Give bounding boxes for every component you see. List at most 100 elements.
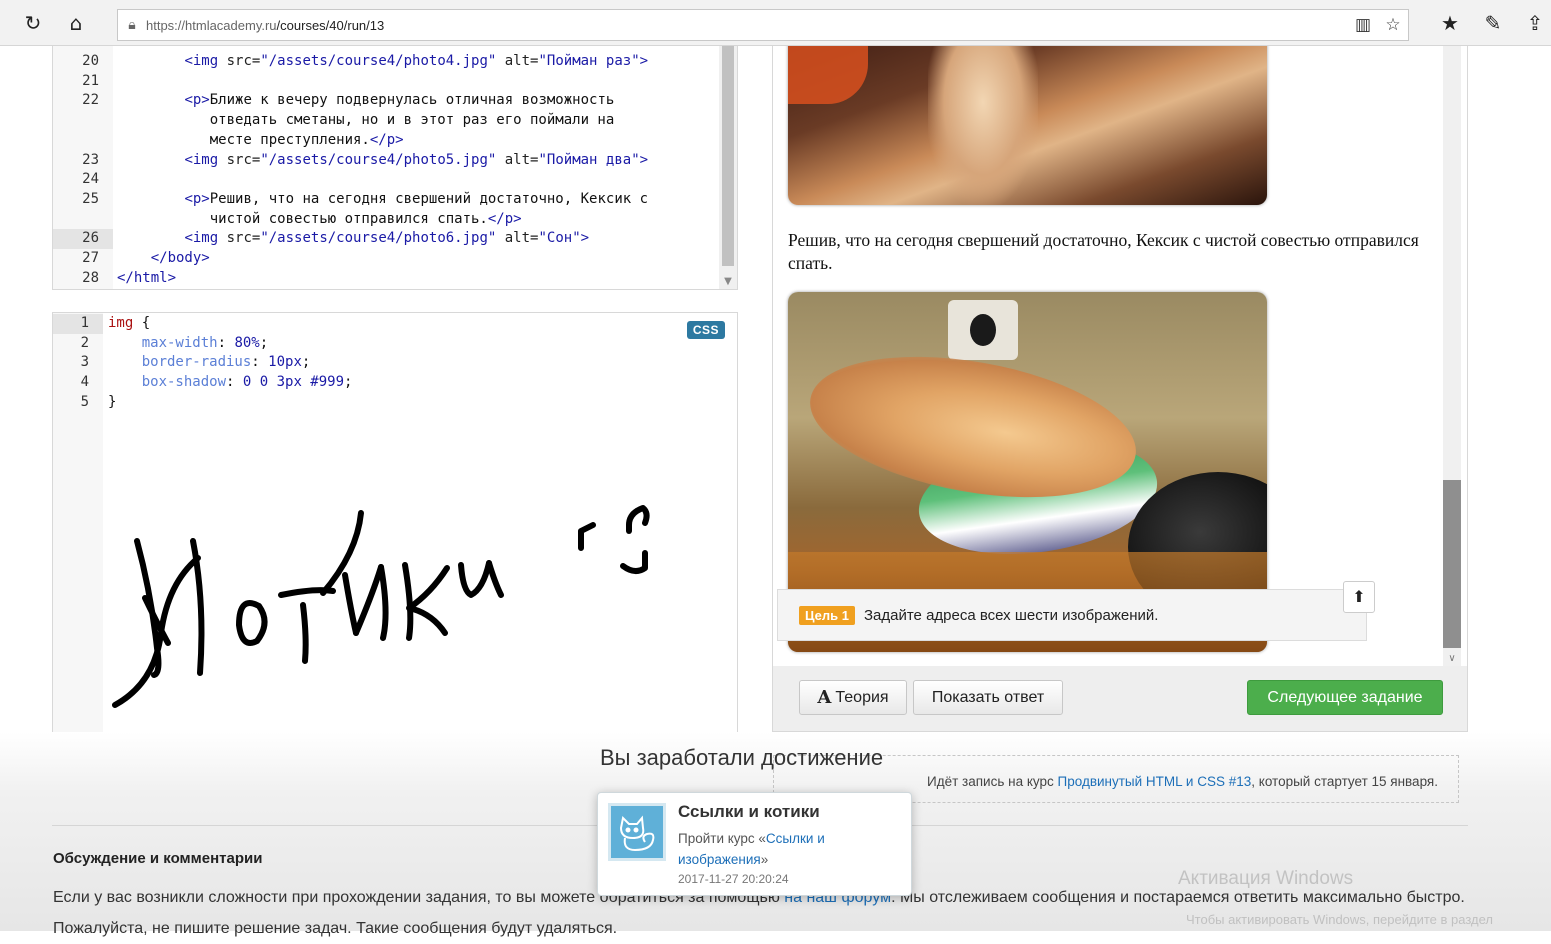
show-answer-label: Показать ответ	[931, 688, 1045, 706]
code-token: <p>	[184, 92, 210, 109]
code-line[interactable]: <img src="/assets/course4/photo6.jpg" al…	[117, 229, 589, 249]
enroll-course-link[interactable]: Продвинутый HTML и CSS #13	[1058, 774, 1252, 789]
code-line[interactable]: месте преступления.</p>	[117, 131, 404, 151]
theory-icon: A	[817, 687, 832, 708]
scroll-down-icon[interactable]: ∨	[1443, 653, 1461, 664]
discussion-title: Обсуждение и комментарии	[53, 850, 263, 867]
windows-activation-hint: Чтобы активировать Windows, перейдите в …	[1186, 912, 1493, 927]
task-actions: A Теория Показать ответ Следующее задани…	[773, 666, 1467, 731]
line-number: 24	[82, 171, 99, 188]
code-line[interactable]: чистой совестью отправился спать.</p>	[117, 210, 522, 230]
code-line[interactable]: <p>Ближе к вечеру подвернулась отличная …	[117, 91, 614, 111]
achievement-heading: Вы заработали достижение	[600, 745, 884, 770]
css-code-editor[interactable]: 1 img {2 max-width: 80%; 3 border-radius: …	[52, 312, 738, 734]
code-token: "/assets/course4/photo5.jpg"	[260, 151, 497, 168]
achievement-popup[interactable]: Ссылки и котики Пройти курс «Ссылки и из…	[597, 792, 912, 896]
code-line[interactable]: </html>	[117, 269, 176, 289]
line-number: 23	[82, 151, 99, 168]
show-answer-button[interactable]: Показать ответ	[913, 680, 1063, 715]
preview-scrollbar[interactable]: ∨	[1443, 46, 1461, 666]
line-number	[53, 111, 99, 131]
code-token: >	[580, 230, 590, 247]
code-line[interactable]: <img src="/assets/course4/photo4.jpg" al…	[117, 52, 648, 72]
plug	[970, 314, 996, 346]
enroll-prefix: Идёт запись на курс	[927, 773, 1054, 789]
code-token: Ближе к вечеру подвернулась отличная воз…	[209, 92, 615, 109]
code-token: >	[639, 53, 649, 69]
code-token: месте преступления.	[117, 131, 370, 148]
reading-view-icon[interactable]: ▥	[1348, 15, 1378, 35]
discussion-line-1b: . Мы отслеживаем сообщения и постараемся…	[891, 889, 1465, 906]
preview-scrollbar-thumb[interactable]	[1443, 480, 1461, 648]
achievement-desc-suffix: »	[760, 852, 769, 867]
code-token: <p>	[184, 190, 210, 207]
next-task-label: Следующее задание	[1267, 688, 1423, 706]
code-token: </body>	[150, 250, 210, 266]
html-code-editor[interactable]: 20 <img src="/assets/course4/photo4.jpg"…	[52, 46, 738, 290]
code-token: src=	[218, 53, 261, 69]
code-line[interactable]: отведать сметаны, но и в этот раз его по…	[117, 111, 615, 131]
editor-scrollbar[interactable]: ▼	[719, 46, 737, 289]
cat-drawing	[619, 815, 655, 852]
line-number: 20	[82, 53, 99, 69]
code-token: >	[639, 151, 649, 168]
line-number: 25	[82, 190, 99, 207]
line-number	[53, 131, 99, 151]
theory-button[interactable]: A Теория	[799, 680, 907, 715]
scroll-up-button[interactable]: ⬆︎	[1343, 581, 1375, 613]
goal-badge: Цель 1	[799, 605, 855, 625]
code-token: <img	[184, 151, 219, 168]
code-token: alt=	[496, 151, 539, 168]
url-text[interactable]: https://htmlacademy.ru/courses/40/run/13	[146, 18, 1348, 33]
share-icon[interactable]: ⇪	[1521, 9, 1549, 37]
lock-icon: 🔒︎	[128, 17, 136, 33]
achievement-title: Ссылки и котики	[678, 802, 820, 821]
home-icon[interactable]: ⌂	[62, 9, 90, 37]
pen-icon[interactable]: ✎	[1479, 9, 1507, 37]
kitten-body	[928, 46, 1038, 205]
browser-toolbar: ↻ ⌂ 🔒︎ https://htmlacademy.ru/courses/40…	[0, 0, 1551, 46]
achievement-date: 2017-11-27 20:20:24	[678, 872, 789, 886]
enroll-suffix: , который стартует 15 января.	[1251, 773, 1438, 789]
code-token: src=	[218, 151, 261, 168]
scroll-down-icon[interactable]: ▼	[719, 276, 737, 287]
achievement-desc-prefix: Пройти курс «	[678, 831, 766, 846]
refresh-icon[interactable]: ↻	[19, 9, 47, 37]
result-preview: Решив, что на сегодня свершений достаточ…	[772, 46, 1468, 732]
code-line[interactable]: </body>	[117, 249, 210, 269]
favorites-list-icon[interactable]: ★	[1436, 9, 1464, 37]
photo-kitten-held	[788, 46, 1267, 205]
line-number: 27	[82, 250, 99, 266]
code-token: </p>	[369, 131, 404, 148]
url-path: /courses/40/run/13	[276, 17, 385, 33]
code-line[interactable]: <p>Решив, что на сегодня свершений доста…	[117, 190, 648, 210]
code-token: alt=	[496, 53, 539, 69]
handwriting-drawing	[112, 505, 650, 708]
code-token: </p>	[487, 210, 522, 227]
achievement-description: Пройти курс «Ссылки и изображения»	[678, 828, 838, 870]
code-token: "/assets/course4/photo4.jpg"	[260, 53, 497, 69]
code-token: чистой совестью отправился спать.	[117, 210, 488, 227]
line-number	[53, 210, 99, 230]
next-task-button[interactable]: Следующее задание	[1247, 680, 1443, 715]
code-line[interactable]: <img src="/assets/course4/photo5.jpg" al…	[117, 151, 648, 171]
goal-bar: Цель 1 Задайте адреса всех шести изображ…	[777, 589, 1367, 641]
code-token: Решив, что на сегодня свершений достаточ…	[209, 190, 649, 207]
orange-sleeve	[788, 46, 868, 104]
cat-icon	[608, 803, 666, 861]
theory-label: Теория	[835, 688, 889, 706]
favorite-star-icon[interactable]: ☆	[1378, 15, 1408, 35]
code-token: отведать сметаны, но и в этот раз его по…	[117, 112, 615, 129]
address-bar[interactable]: 🔒︎ https://htmlacademy.ru/courses/40/run…	[117, 9, 1409, 41]
scrollbar-thumb[interactable]	[722, 46, 734, 266]
preview-viewport: Решив, что на сегодня свершений достаточ…	[773, 46, 1445, 666]
line-number: 22	[82, 92, 99, 109]
preview-paragraph: Решив, что на сегодня свершений достаточ…	[788, 230, 1419, 273]
code-token: src=	[218, 230, 261, 247]
